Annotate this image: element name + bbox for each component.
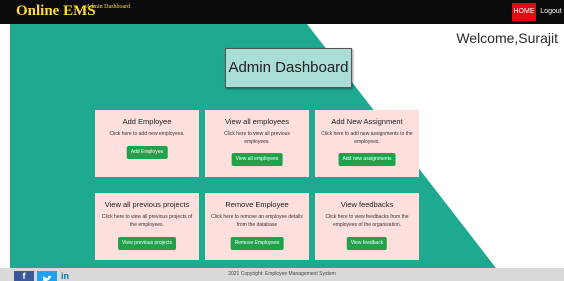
card-title: Add Employee xyxy=(122,117,172,126)
card-description: Click here to view feedbacks from the em… xyxy=(325,214,409,228)
page-title: Admin Dashboard xyxy=(225,48,352,88)
welcome-message: Welcome,Surajit xyxy=(456,30,558,46)
card-previous-projects: View all previous projects Click here to… xyxy=(95,193,199,260)
add-assignments-button[interactable]: Add new assignments xyxy=(338,153,396,166)
card-description: Click here to view all previous projects… xyxy=(101,214,193,228)
card-description: Click here to add new assignments to the… xyxy=(321,131,413,145)
card-title: Remove Employee xyxy=(225,200,289,209)
card-add-assignment: Add New Assignment Click here to add new… xyxy=(315,110,419,177)
card-view-feedbacks: View feedbacks Click here to view feedba… xyxy=(315,193,419,260)
footer: f in 2021 Copyright: Employee Management… xyxy=(0,268,564,281)
card-description: Click here to remove an employee details… xyxy=(211,214,303,228)
card-add-employee: Add Employee Click here to add new emplo… xyxy=(95,110,199,177)
nav-home-link[interactable]: HOME xyxy=(512,3,536,21)
card-description: Click here to view all previous employee… xyxy=(224,131,290,145)
card-title: View all employees xyxy=(224,117,290,126)
brand-subtitle: Admin Dashboard xyxy=(86,4,131,10)
card-title: View feedbacks xyxy=(340,200,394,209)
nav-logout-link[interactable]: Logout xyxy=(539,3,563,21)
view-feedback-button[interactable]: View feedback xyxy=(346,237,388,250)
add-employee-button[interactable]: Add Employee xyxy=(126,146,168,159)
top-navbar: Online EMS Admin Dashboard HOME Logout xyxy=(0,0,564,24)
footer-copyright: 2021 Copyright: Employee Management Syst… xyxy=(228,271,336,277)
card-view-employees: View all employees Click here to view al… xyxy=(205,110,309,177)
card-title: Add New Assignment xyxy=(331,117,403,126)
card-remove-employee: Remove Employee Click here to remove an … xyxy=(205,193,309,260)
brand-logo[interactable]: Online EMS xyxy=(16,3,96,20)
view-all-employees-button[interactable]: View all employees xyxy=(231,153,283,166)
card-description: Click here to add new employees. xyxy=(109,131,185,137)
card-title: View all previous projects xyxy=(104,200,190,209)
remove-employees-button[interactable]: Remove Employees xyxy=(230,237,284,250)
view-previous-projects-button[interactable]: View previous projects xyxy=(118,237,176,250)
